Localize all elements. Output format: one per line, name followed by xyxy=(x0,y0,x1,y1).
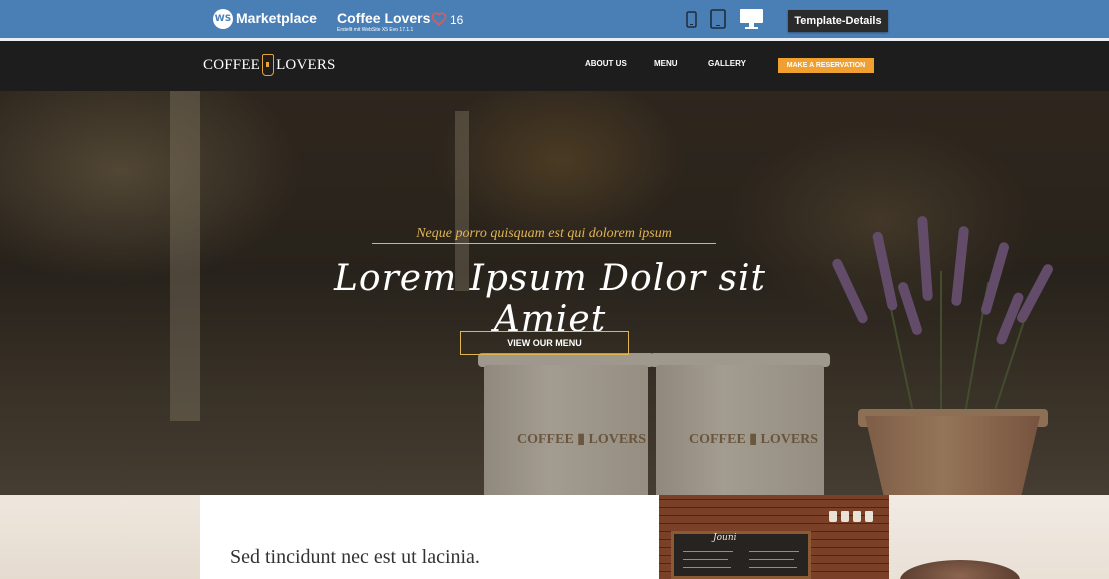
view-our-menu-button[interactable]: VIEW OUR MENU xyxy=(460,331,629,355)
chalkboard-line xyxy=(683,551,733,552)
template-details-button[interactable]: Template-Details xyxy=(788,10,888,32)
nav-gallery[interactable]: GALLERY xyxy=(708,59,746,68)
logo-word-left: COFFEE xyxy=(203,56,261,73)
marketplace-logo-icon[interactable]: WS xyxy=(213,9,233,29)
tablet-icon[interactable] xyxy=(710,9,726,29)
content-card: Sed tincidunt nec est ut lacinia. xyxy=(200,495,659,579)
nav-menu[interactable]: MENU xyxy=(654,59,678,68)
desktop-icon[interactable] xyxy=(739,8,764,30)
hero-tagline: Neque porro quisquam est qui dolorem ips… xyxy=(416,226,672,241)
logo-word-right: LOVERS xyxy=(276,56,336,73)
hero-banner: COFFEE ▮ LOVERS COFFEE ▮ LOVERS Neque po… xyxy=(0,91,1109,495)
nav-about-us[interactable]: ABOUT US xyxy=(585,59,627,68)
likes-count: 16 xyxy=(450,13,464,27)
chalkboard-line xyxy=(749,567,797,568)
chalkboard-line xyxy=(683,559,728,560)
phone-icon-graphic xyxy=(686,11,697,28)
phone-icon[interactable] xyxy=(686,11,697,28)
coffee-cup-icon xyxy=(262,54,275,76)
chalkboard-menu xyxy=(671,531,811,579)
heart-icon[interactable] xyxy=(431,11,447,27)
shelf-cup xyxy=(829,511,837,522)
chalkboard-line xyxy=(749,551,799,552)
lower-left-background xyxy=(0,495,200,579)
marketplace-label[interactable]: Marketplace xyxy=(236,10,317,26)
template-subtitle: Erstellt mit WebSite X5 Evo 17.1.1 xyxy=(337,27,414,33)
tablet-icon-graphic xyxy=(710,9,726,29)
make-reservation-button[interactable]: MAKE A RESERVATION xyxy=(778,58,874,73)
template-title: Coffee Lovers xyxy=(337,10,431,26)
shelf-cup xyxy=(841,511,849,522)
hero-title: Lorem Ipsum Dolor sit Amiet xyxy=(333,258,766,340)
marketplace-bar xyxy=(0,0,1109,40)
chalkboard-title: Jouni xyxy=(713,533,737,543)
chalkboard-line xyxy=(749,559,794,560)
site-logo[interactable]: COFFEE LOVERS xyxy=(203,53,336,77)
coffee-shop-photo: Jouni xyxy=(659,495,889,579)
site-header: COFFEE LOVERS ABOUT US MENU GALLERY MAKE… xyxy=(0,41,1109,91)
hero-divider xyxy=(372,243,716,244)
heart-icon-graphic xyxy=(431,12,447,27)
shelf-cup xyxy=(853,511,861,522)
section-heading: Sed tincidunt nec est ut lacinia. xyxy=(230,546,480,568)
desktop-icon-graphic xyxy=(740,9,763,29)
chalkboard-line xyxy=(683,567,731,568)
shelf-cup xyxy=(865,511,873,522)
